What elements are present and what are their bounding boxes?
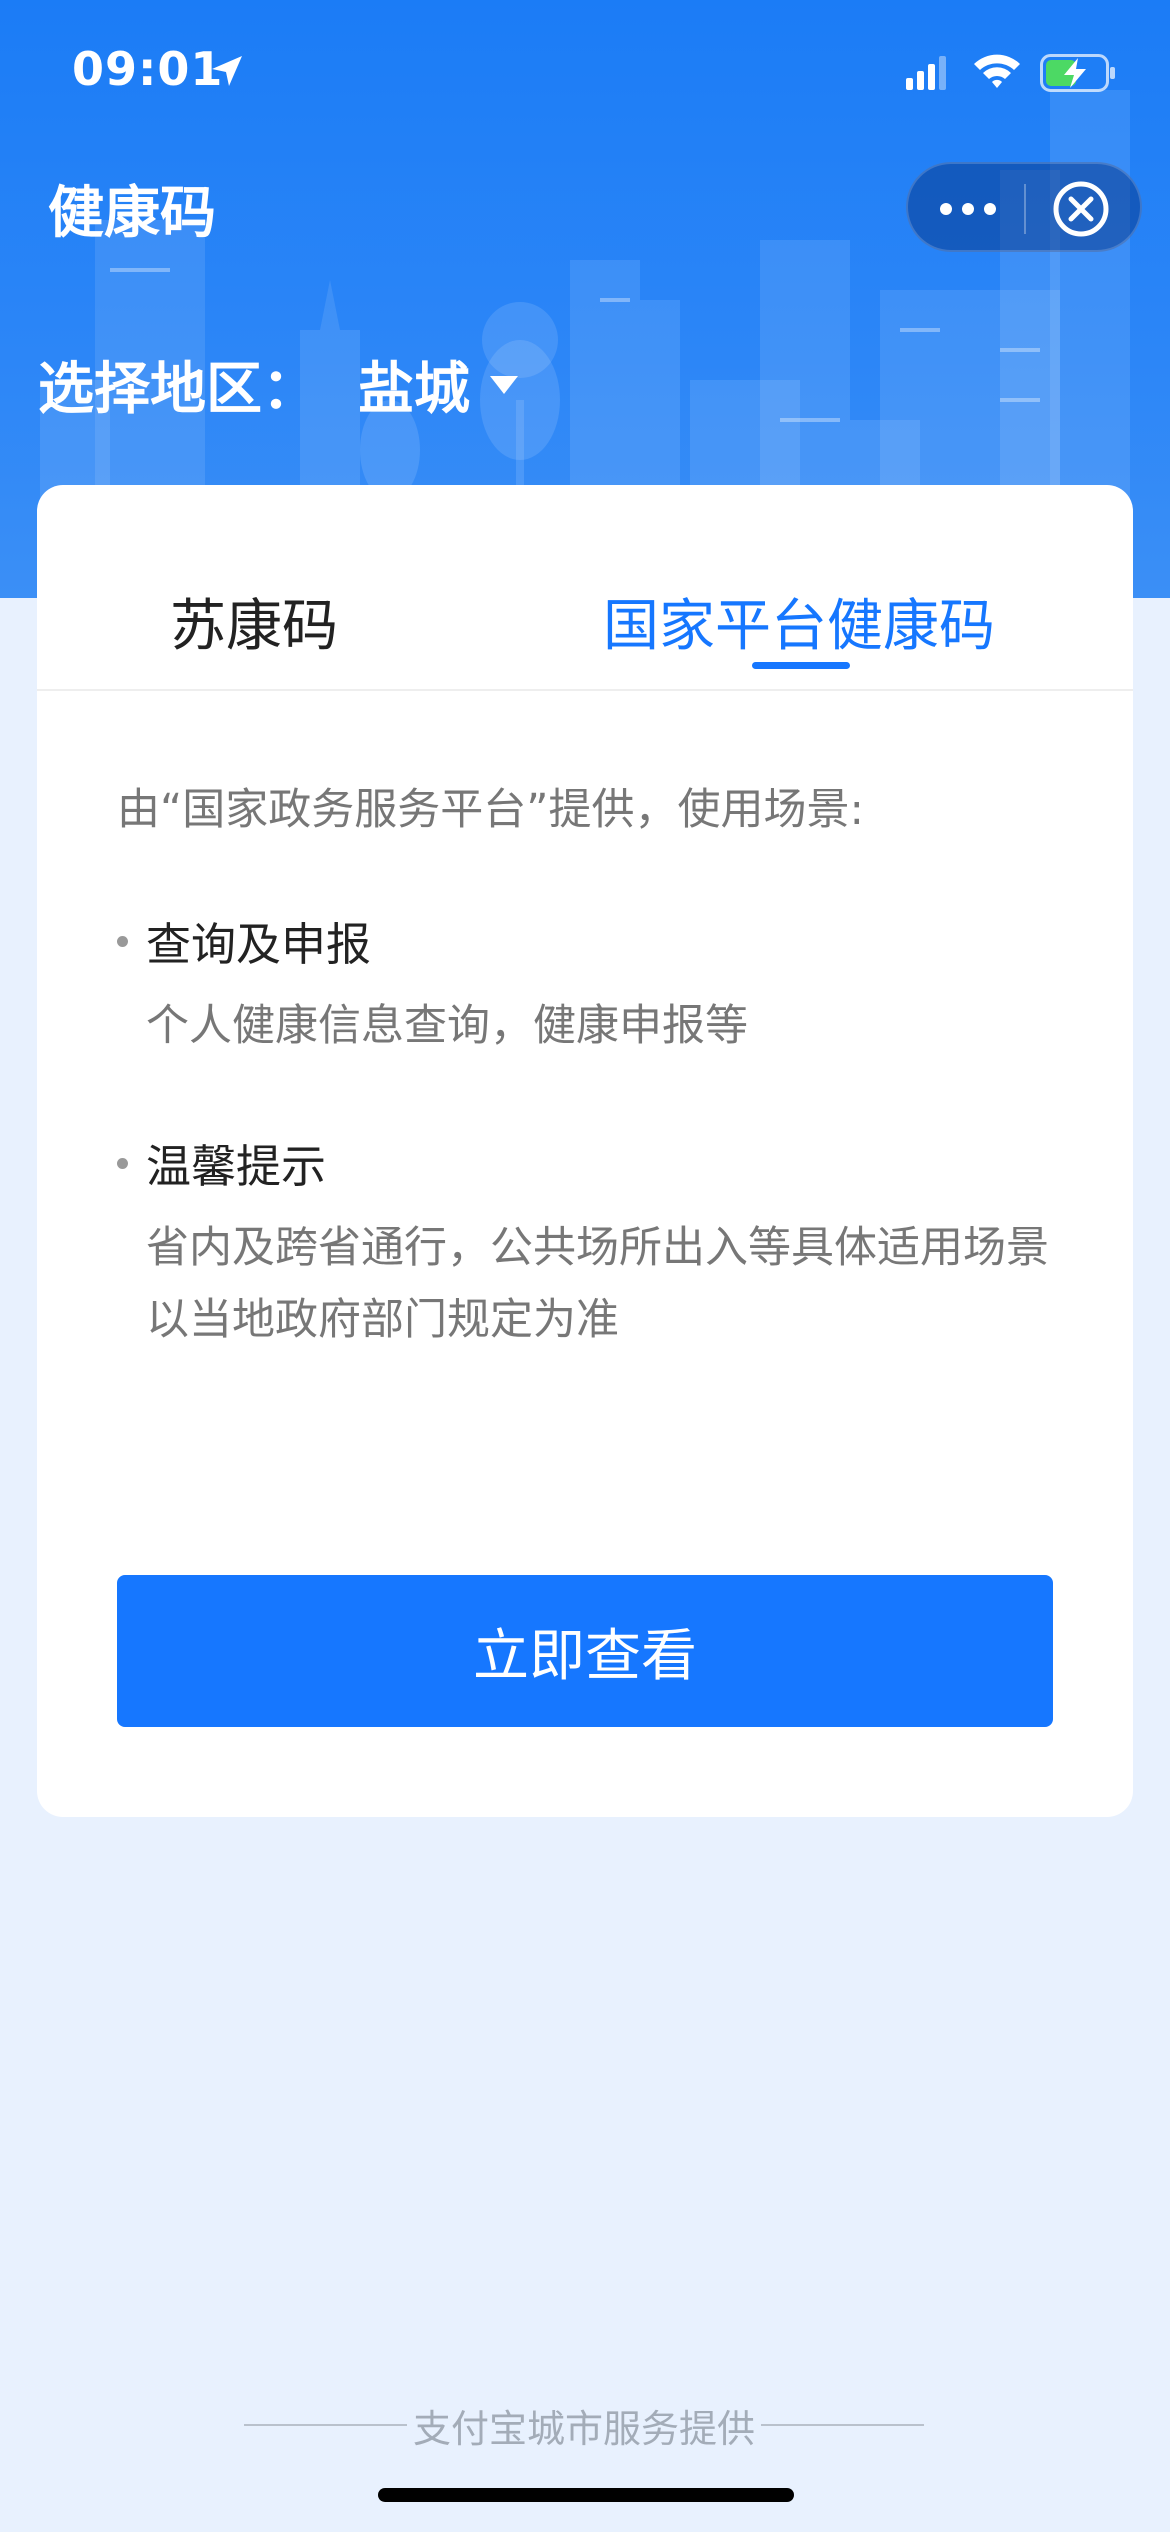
view-now-button[interactable]: 立即查看 — [117, 1575, 1053, 1727]
item-description: 个人健康信息查询，健康申报等 — [146, 1001, 748, 1051]
home-indicator[interactable] — [378, 2488, 794, 2502]
signal-icon — [906, 56, 946, 90]
status-time: 09:01 — [72, 42, 224, 96]
tab-national-health-code[interactable]: 国家平台健康码 — [603, 581, 995, 662]
caret-down-icon[interactable] — [488, 374, 520, 396]
footer-attribution: 支付宝城市服务提供 — [244, 2400, 925, 2451]
more-icon[interactable] — [938, 196, 998, 222]
tab-bar: 苏康码 国家平台健康码 — [37, 485, 1133, 691]
bullet-dot — [117, 1158, 128, 1169]
item-description: 省内及跨省通行，公共场所出入等具体适用场景以当地政府部门规定为准 — [146, 1223, 1049, 1345]
mini-app-capsule — [906, 162, 1142, 252]
region-city[interactable]: 盐城 — [358, 344, 470, 425]
item-title: 温馨提示 — [146, 1140, 327, 1193]
footer-divider-left — [244, 2424, 407, 2426]
tab-sukangma[interactable]: 苏康码 — [170, 581, 338, 662]
region-selector[interactable]: 选择地区： 盐城 — [38, 344, 520, 425]
capsule-divider — [1024, 184, 1026, 234]
battery-charging-icon — [1040, 54, 1115, 92]
footer-text: 支付宝城市服务提供 — [413, 2406, 756, 2451]
location-arrow-icon — [212, 56, 242, 86]
health-code-card: 苏康码 国家平台健康码 由“国家政务服务平台”提供，使用场景: 查询及申报 个人… — [37, 485, 1133, 1817]
bullet-dot — [117, 936, 128, 947]
footer-divider-right — [761, 2424, 925, 2426]
region-label: 选择地区： — [38, 357, 318, 422]
active-tab-indicator — [752, 662, 850, 669]
intro-text: 由“国家政务服务平台”提供，使用场景: — [117, 785, 865, 835]
status-bar: 09:01 — [0, 0, 1170, 150]
wifi-icon — [974, 54, 1020, 88]
close-circle-icon[interactable] — [1052, 180, 1110, 238]
page-title: 健康码 — [48, 181, 216, 246]
item-title: 查询及申报 — [146, 918, 372, 971]
